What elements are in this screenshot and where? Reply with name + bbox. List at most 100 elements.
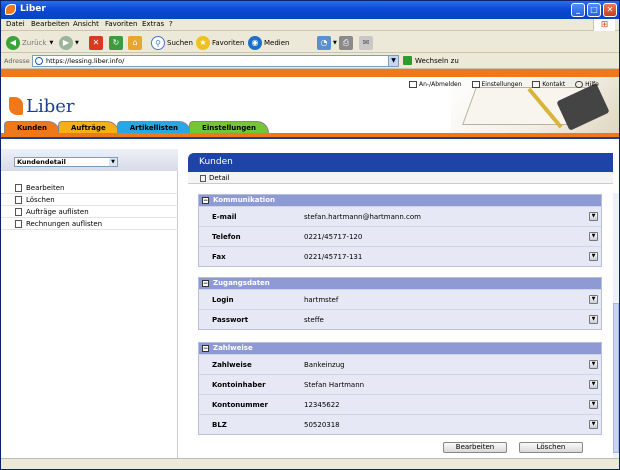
sidebar-header: Kundendetail ▼ [1, 149, 178, 171]
favorites-button[interactable]: ★ Favoriten [196, 34, 244, 51]
key-icon [409, 80, 417, 88]
menu-help[interactable]: ? [169, 20, 173, 28]
expand-row-icon[interactable]: ▼ [589, 400, 598, 409]
menu-extras[interactable]: Extras [142, 20, 164, 28]
sidebar-actions: Bearbeiten Löschen Aufträge auflisten Re… [1, 182, 178, 230]
field-row: BLZ 50520318 ▼ [199, 414, 601, 434]
maximize-button[interactable]: □ [587, 3, 601, 17]
chevron-down-icon: ▼ [109, 158, 117, 166]
search-icon: ⚲ [151, 35, 165, 50]
top-links: An-/Abmelden Einstellungen Kontakt Hilfe [409, 79, 599, 89]
menu-datei[interactable]: Datei [6, 20, 25, 28]
sidebar-item-bearbeiten[interactable]: Bearbeiten [1, 182, 178, 194]
contact-link[interactable]: Kontakt [532, 80, 565, 88]
section-zahlweise: − Zahlweise Zahlweise Bankeinzug ▼ Kontoinh… [198, 342, 602, 435]
expand-row-icon[interactable]: ▼ [589, 212, 598, 221]
sidebar-item-loeschen[interactable]: Löschen [1, 194, 178, 206]
sidebar-item-auftraege-auflisten[interactable]: Aufträge auflisten [1, 206, 178, 218]
expand-row-icon[interactable]: ▼ [589, 232, 598, 241]
app-icon [5, 4, 16, 15]
collapse-icon[interactable]: − [202, 345, 209, 352]
collapse-icon[interactable]: − [202, 197, 209, 204]
edit-icon [15, 183, 22, 192]
media-button[interactable]: ◉ Medien [248, 34, 289, 51]
breadcrumb: Detail [188, 172, 613, 184]
ie-page-icon [35, 57, 43, 65]
page-icon [200, 174, 206, 182]
settings-link[interactable]: Einstellungen [471, 80, 522, 88]
sidebar-item-rechnungen-auflisten[interactable]: Rechnungen auflisten [1, 218, 178, 230]
expand-row-icon[interactable]: ▼ [589, 380, 598, 389]
page-title: Kunden [188, 153, 613, 172]
address-bar: Adresse https://lessing.liber.info/ ▼ We… [1, 53, 619, 69]
field-row: Kontonummer 12345622 ▼ [199, 394, 601, 414]
back-button[interactable]: ◀ Zurück ▼ [6, 34, 53, 51]
help-link[interactable]: Hilfe [575, 80, 599, 88]
close-button[interactable]: ✕ [603, 3, 617, 17]
expand-row-icon[interactable]: ▼ [589, 360, 598, 369]
go-button[interactable]: Wechseln zu [403, 56, 459, 65]
field-row: Login hartmstef ▼ [199, 289, 601, 309]
login-logout-link[interactable]: An-/Abmelden [409, 80, 462, 88]
windows-logo-icon: ⊞ [593, 19, 615, 31]
back-arrow-icon: ◀ [6, 35, 20, 50]
expand-row-icon[interactable]: ▼ [589, 420, 598, 429]
window-title: Liber [20, 4, 46, 14]
sidebar: Kundendetail ▼ Bearbeiten Löschen Aufträ… [1, 149, 178, 469]
history-button[interactable]: ◔ ▼ [317, 34, 337, 51]
action-buttons: Bearbeiten Löschen [443, 442, 595, 453]
header-divider [1, 133, 619, 139]
main-panel: Kunden Detail − Kommunikation E-mail stefa… [188, 149, 619, 469]
forward-arrow-icon: ▶ [59, 35, 73, 50]
menu-bearbeiten[interactable]: Bearbeiten [31, 20, 69, 28]
top-orange-bar [1, 69, 619, 77]
go-arrow-icon [403, 56, 412, 65]
list-icon [15, 207, 22, 216]
delete-button[interactable]: Löschen [519, 442, 583, 453]
invoice-icon [15, 219, 22, 228]
settings-icon [471, 80, 480, 88]
book-logo-icon [9, 97, 23, 115]
mail-icon: ✉ [359, 35, 373, 50]
liber-logo: Liber [9, 96, 75, 117]
minimize-button[interactable]: _ [571, 3, 585, 17]
scrollbar[interactable] [613, 193, 619, 469]
status-bar [1, 458, 619, 469]
browser-toolbar: ◀ Zurück ▼ ▶ ▼ ✕ ↻ ⌂ ⚲ Suchen ★ Favoriten ◉ Me… [1, 32, 619, 53]
refresh-button[interactable]: ↻ [109, 34, 125, 51]
address-input[interactable]: https://lessing.liber.info/ ▼ [32, 55, 399, 67]
history-icon: ◔ [317, 35, 331, 50]
edit-button[interactable]: Bearbeiten [443, 442, 507, 453]
expand-row-icon[interactable]: ▼ [589, 295, 598, 304]
field-row: Telefon 0221/45717-120 ▼ [199, 226, 601, 246]
delete-icon [15, 195, 22, 204]
help-icon [575, 80, 584, 88]
menu-ansicht[interactable]: Ansicht [73, 20, 99, 28]
address-dropdown-icon[interactable]: ▼ [388, 56, 398, 66]
address-label: Adresse [4, 57, 30, 65]
stop-button[interactable]: ✕ [89, 34, 105, 51]
expand-row-icon[interactable]: ▼ [589, 252, 598, 261]
field-row: E-mail stefan.hartmann@hartmann.com ▼ [199, 206, 601, 226]
search-button[interactable]: ⚲ Suchen [151, 34, 193, 51]
home-button[interactable]: ⌂ [128, 34, 144, 51]
menu-bar: Datei Bearbeiten Ansicht Favoriten Extra… [1, 19, 619, 31]
section-zugangsdaten: − Zugangsdaten Login hartmstef ▼ Passwort st… [198, 277, 602, 330]
view-select[interactable]: Kundendetail ▼ [14, 157, 118, 167]
forward-button[interactable]: ▶ ▼ [59, 34, 79, 51]
scrollbar-thumb[interactable] [613, 303, 619, 453]
field-row: Zahlweise Bankeinzug ▼ [199, 354, 601, 374]
printer-icon: ⎙ [339, 35, 353, 50]
home-icon: ⌂ [128, 35, 142, 50]
collapse-icon[interactable]: − [202, 280, 209, 287]
mail-button[interactable]: ✉ [359, 34, 375, 51]
page-content: An-/Abmelden Einstellungen Kontakt Hilfe… [1, 69, 619, 469]
browser-window: Liber _ □ ✕ Datei Bearbeiten Ansicht Fav… [0, 0, 620, 470]
expand-row-icon[interactable]: ▼ [589, 315, 598, 324]
print-button[interactable]: ⎙ [339, 34, 355, 51]
media-icon: ◉ [248, 35, 262, 50]
stop-icon: ✕ [89, 35, 103, 50]
menu-favoriten[interactable]: Favoriten [105, 20, 137, 28]
window-titlebar: Liber _ □ ✕ [1, 1, 619, 19]
contact-icon [532, 80, 541, 88]
